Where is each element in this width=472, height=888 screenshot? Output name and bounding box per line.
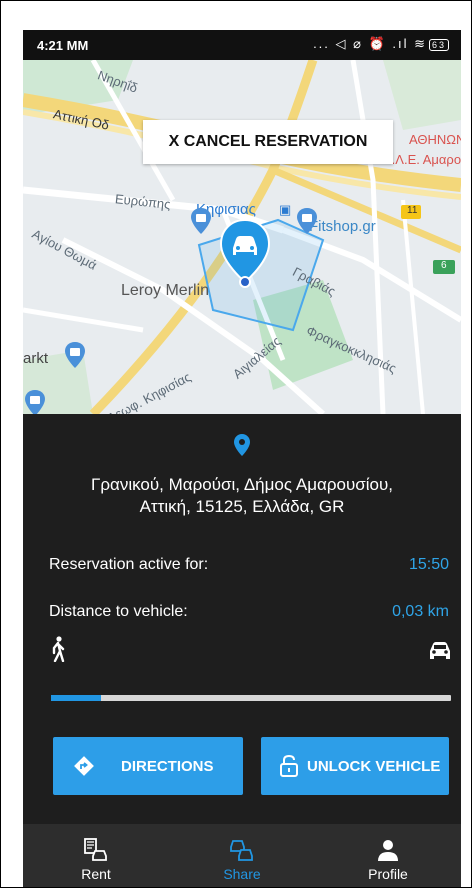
profile-icon: [378, 840, 398, 861]
road-shield-11: 11: [407, 205, 418, 216]
unlock-label: UNLOCK VEHICLE: [307, 757, 441, 775]
unlock-vehicle-button[interactable]: UNLOCK VEHICLE: [261, 737, 449, 795]
poi-markt: arkt: [23, 350, 49, 367]
vehicle-pin-icon[interactable]: [219, 218, 271, 288]
status-icons: ... ◁ ⌀ ⏰ .ıl ≋ 63: [313, 36, 449, 52]
share-icon: [230, 840, 253, 861]
bottom-navigation: Rent Share Profile: [23, 824, 461, 887]
nav-item-rent[interactable]: Rent: [23, 824, 169, 887]
fitshop-pin-icon: [297, 208, 317, 234]
address-line-2: Αττική, 15125, Ελλάδα, GR: [139, 497, 345, 516]
reservation-active-value: 15:50: [408, 556, 449, 573]
poi-eae: Ε.Λ.Ε. Αμαρουσίο: [383, 152, 461, 167]
status-icons-text: ... ◁ ⌀ ⏰ .ıl ≋: [313, 36, 427, 51]
distance-label: Distance to vehicle:: [49, 603, 188, 620]
distance-progress-bar: [51, 695, 451, 701]
phone-screen: 4:21 MM ... ◁ ⌀ ⏰ .ıl ≋ 63 Νηρηΐδ Αττική…: [23, 30, 461, 887]
distance-value: 0,03 km: [392, 603, 449, 620]
nav-label-rent: Rent: [81, 866, 111, 882]
nav-label-share: Share: [223, 866, 261, 882]
cancel-reservation-button[interactable]: X CANCEL RESERVATION: [143, 120, 393, 164]
poi-fitshop: Fitshop.gr: [309, 218, 376, 235]
car-icon: [430, 642, 450, 659]
status-bar: 4:21 MM ... ◁ ⌀ ⏰ .ıl ≋ 63: [23, 30, 461, 60]
battery-icon: 63: [428, 39, 449, 51]
poi-kifisias-icon: ▣: [279, 202, 292, 217]
nav-item-share[interactable]: Share: [169, 824, 315, 887]
directions-button[interactable]: DIRECTIONS: [53, 737, 243, 795]
directions-label: DIRECTIONS: [121, 757, 214, 775]
address-line-1: Γρανικού, Μαρούσι, Δήμος Αμαρουσίου,: [91, 475, 393, 494]
location-pin-icon: [234, 434, 250, 456]
screenshot-frame: 4:21 MM ... ◁ ⌀ ⏰ .ıl ≋ 63 Νηρηΐδ Αττική…: [0, 0, 472, 888]
markt-pin-icon: [65, 342, 85, 368]
reservation-panel: Γρανικού, Μαρούσι, Δήμος Αμαρουσίου, Αττ…: [23, 414, 461, 824]
road-shield-6: 6: [441, 260, 447, 271]
unlock-icon: [279, 754, 299, 778]
distance-progress-fill: [51, 695, 101, 701]
map-view[interactable]: Νηρηΐδ Αττική Οδ Ευρώπης Αγίου Θωμά Γραβ…: [23, 60, 461, 414]
poi-leroy-merlin: Leroy Merlin: [121, 282, 210, 299]
reservation-active-label: Reservation active for:: [49, 556, 209, 573]
status-time: 4:21 MM: [37, 38, 89, 53]
nav-label-profile: Profile: [368, 866, 408, 882]
directions-icon: [73, 755, 95, 777]
poi-athinon: ΑΘΗΝΩΝ: [409, 132, 461, 147]
nav-item-profile[interactable]: Profile: [315, 824, 461, 887]
shop-pin-icon: [25, 390, 45, 414]
rent-icon: [84, 838, 107, 861]
shopping-pin-icon: [191, 208, 211, 234]
walking-person-icon: [52, 636, 65, 662]
vehicle-address: Γρανικού, Μαρούσι, Δήμος Αμαρουσίου, Αττ…: [33, 474, 451, 518]
